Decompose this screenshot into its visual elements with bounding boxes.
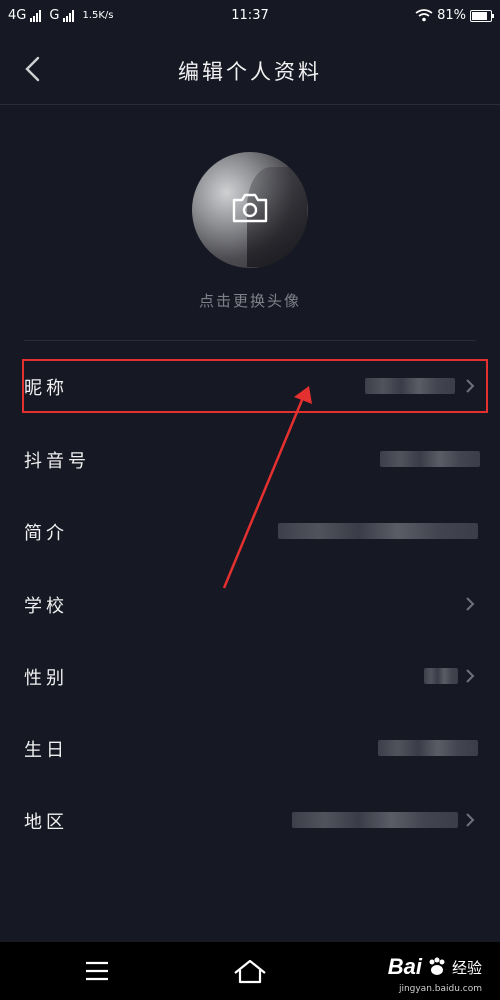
- chevron-right-icon: [466, 669, 475, 683]
- row-douyin-id[interactable]: 抖音号: [0, 431, 500, 487]
- row-label: 简介: [24, 523, 68, 544]
- home-icon: [234, 959, 266, 984]
- row-school[interactable]: 学校: [0, 576, 500, 632]
- watermark-brand: Bai: [387, 954, 422, 979]
- wifi-icon: [415, 9, 433, 22]
- row-birthday[interactable]: 生日: [0, 720, 500, 776]
- camera-icon: [232, 193, 268, 223]
- divider: [24, 340, 476, 341]
- bio-value-blurred: [278, 523, 478, 539]
- page-title: 编辑个人资料: [178, 60, 322, 84]
- annotation-arrow: [222, 386, 312, 589]
- system-nav-bar: Bai 经验 jingyan.baidu.com: [0, 942, 500, 1000]
- chevron-right-icon: [466, 813, 475, 827]
- menu-icon: [86, 961, 108, 981]
- row-gender[interactable]: 性别: [0, 648, 500, 704]
- status-bar: 4G G 1.5K/s 11:37 81%: [0, 0, 500, 34]
- avatar[interactable]: [192, 152, 308, 268]
- row-label: 学校: [24, 596, 68, 617]
- menu-button[interactable]: [84, 960, 110, 982]
- battery-icon: [470, 9, 494, 22]
- row-label: 地区: [24, 812, 68, 833]
- status-bar-right: 81%: [415, 8, 494, 23]
- row-label: 生日: [24, 740, 68, 761]
- battery-percent: 81%: [437, 8, 466, 23]
- watermark-sub: 经验: [451, 958, 482, 977]
- change-avatar-label[interactable]: 点击更换头像: [0, 290, 500, 311]
- gender-value-blurred: [424, 668, 458, 684]
- nav-bar: 编辑个人资料: [0, 34, 500, 105]
- watermark-url: jingyan.baidu.com: [398, 984, 482, 994]
- row-bio[interactable]: 简介: [0, 503, 500, 559]
- home-button[interactable]: [232, 956, 268, 986]
- row-label: 抖音号: [24, 451, 90, 472]
- row-label: 性别: [24, 668, 68, 689]
- annotation-highlight-box: [22, 359, 488, 413]
- chevron-right-icon: [466, 597, 475, 611]
- row-region[interactable]: 地区: [0, 792, 500, 848]
- baidu-watermark: Bai 经验 jingyan.baidu.com: [387, 954, 482, 994]
- paw-icon: [429, 957, 445, 975]
- region-value-blurred: [292, 812, 458, 828]
- douyin-id-value-blurred: [380, 451, 480, 467]
- birthday-value-blurred: [378, 740, 478, 756]
